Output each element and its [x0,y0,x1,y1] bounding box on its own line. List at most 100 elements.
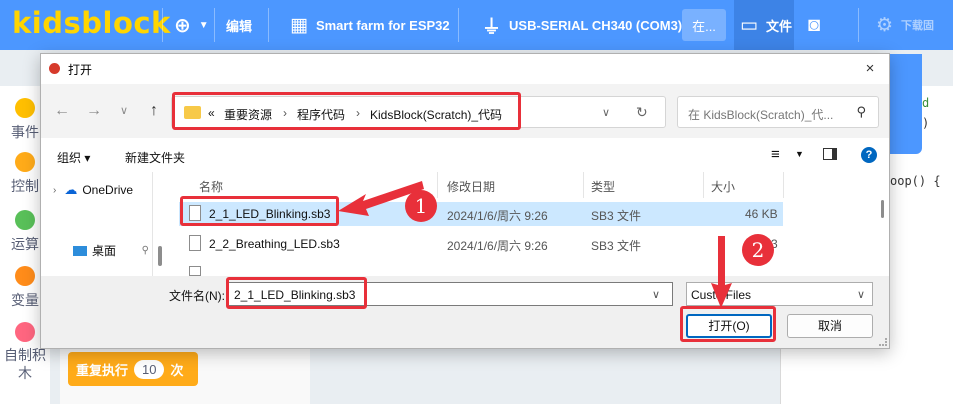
divider [268,8,269,42]
cancel-button[interactable]: 取消 [787,314,873,338]
step-badge-1: 1 [405,190,437,222]
file-date: 2024/1/6/周六 9:26 [447,209,548,223]
code-text: ) [922,116,930,130]
usb-plug-icon: ⏚ [482,16,502,38]
chip-icon: ▦ [290,14,308,36]
file-type: SB3 文件 [591,239,642,253]
forward-arrow-icon[interactable]: → [83,101,105,121]
category-label: 自制积木 [4,347,46,381]
preview-pane-icon[interactable] [823,148,837,160]
sidebar-item-label: 桌面 [92,244,117,258]
download-label: 下载固 [901,20,935,32]
column-divider [703,172,704,198]
code-text: oop() { [890,174,941,188]
back-arrow-icon[interactable]: ← [51,101,73,121]
category-label: 控制 [11,178,39,194]
new-folder-button[interactable]: 新建文件夹 [125,149,185,166]
online-label: 在... [692,18,716,34]
repeat-unit-label: 次 [170,362,184,378]
category-dot [15,210,35,230]
divider [458,8,459,42]
column-header-date[interactable]: 修改日期 [447,176,495,198]
file-list-scrollbar[interactable] [881,200,884,218]
divider [162,8,163,42]
chevron-down-icon: ∨ [857,289,866,301]
search-icon: ⚲ [856,104,866,119]
gear-icon: ⚙ [876,14,894,36]
language-menu[interactable]: ⊕ ▼ [174,0,209,50]
repeat-block[interactable]: 重复执行 10 次 [68,352,198,386]
download-firmware-button[interactable]: ⚙ 下载固 [876,0,934,50]
edit-menu-label: 编辑 [226,18,253,34]
sidebar-scrollbar[interactable] [158,246,162,266]
highlight-filename [226,277,367,309]
file-icon [189,235,201,251]
column-divider [437,172,438,198]
highlight-breadcrumb [172,92,521,130]
device-selector[interactable]: ▦ Smart farm for ESP32 [290,0,450,50]
command-bar: 组织 ▾ 新建文件夹 ≡ ▼ ? [41,138,889,172]
folder-icon: ▭ [740,14,758,36]
refresh-icon[interactable]: ↻ [636,104,648,121]
up-arrow-icon[interactable]: ↑ [143,101,165,121]
category-label: 变量 [11,292,39,308]
divider [214,8,215,42]
category-label: 事件 [11,124,39,140]
category-dot [15,266,35,286]
file-type: SB3 文件 [591,209,642,223]
category-dot [15,322,35,342]
desktop-icon [73,245,87,256]
file-menu-label: 文件 [765,18,792,34]
chevron-right-icon: › [53,184,57,196]
highlight-open-button [680,306,776,342]
search-input[interactable]: 在 KidsBlock(Scratch)_代... ⚲ [677,96,879,128]
serial-port-selector[interactable]: ⏚ USB-SERIAL CH340 (COM3) [482,0,682,50]
repeat-count-input[interactable]: 10 [134,359,165,379]
chevron-down-icon[interactable]: ∨ [113,101,135,121]
port-label: USB-SERIAL CH340 (COM3) [509,17,683,33]
close-icon[interactable]: × [859,58,881,80]
chevron-down-icon[interactable]: ∨ [602,106,610,119]
search-placeholder: 在 KidsBlock(Scratch)_代... [688,108,834,122]
chevron-down-icon[interactable]: ∨ [652,288,660,301]
globe-icon: ⊕ [174,14,191,37]
sidebar-item-desktop[interactable]: 桌面 ⚲ [73,242,149,259]
dialog-title-bar: 打开 × [41,54,889,84]
device-label: Smart farm for ESP32 [315,17,450,33]
app-logo: kidsblock [12,6,171,40]
screenshot-button[interactable]: ◙ [808,0,828,50]
code-text: d [922,96,930,110]
file-size: 46 KB [745,207,778,221]
step-badge-2: 2 [742,234,774,266]
column-divider [783,172,784,198]
chevron-down-icon[interactable]: ▼ [795,149,804,159]
dialog-title: 打开 [68,63,93,77]
filetype-select[interactable]: Custo Files ∨ [686,282,873,306]
chevron-down-icon: ▼ [198,19,209,31]
file-menu[interactable]: ▭ 文件 [734,0,794,50]
app-top-bar: kidsblock ⊕ ▼ 编辑 ▦ Smart farm for ESP32 ⏚ U… [0,0,953,50]
file-name: 2_2_Breathing_LED.sb3 [209,237,340,251]
repeat-block-label: 重复执行 [76,362,129,378]
sidebar-item-onedrive[interactable]: › ☁ OneDrive [53,182,133,198]
view-menu-icon[interactable]: ≡ [771,146,780,163]
app-icon [49,63,60,74]
online-button[interactable]: 在... [682,9,726,41]
side-popup [890,54,922,86]
file-date: 2024/1/6/周六 9:26 [447,239,548,253]
sidebar-item-label: OneDrive [82,183,134,197]
column-divider [583,172,584,198]
help-icon[interactable]: ? [861,147,877,163]
camera-icon: ◙ [808,13,821,36]
edit-menu[interactable]: 编辑 [226,0,252,50]
file-row[interactable]: 2_2_Breathing_LED.sb3 2024/1/6/周六 9:26 S… [179,232,783,256]
column-header-type[interactable]: 类型 [591,176,615,198]
sort-up-icon: ^ [313,172,319,178]
column-header-name[interactable]: 名称 [199,176,223,198]
column-header-size[interactable]: 大小 [711,176,735,198]
category-dot [15,152,35,172]
resize-grip[interactable] [879,338,887,346]
highlight-selected-file [180,196,339,226]
organize-menu[interactable]: 组织 ▾ [57,149,90,166]
filename-label: 文件名(N): [169,289,225,303]
